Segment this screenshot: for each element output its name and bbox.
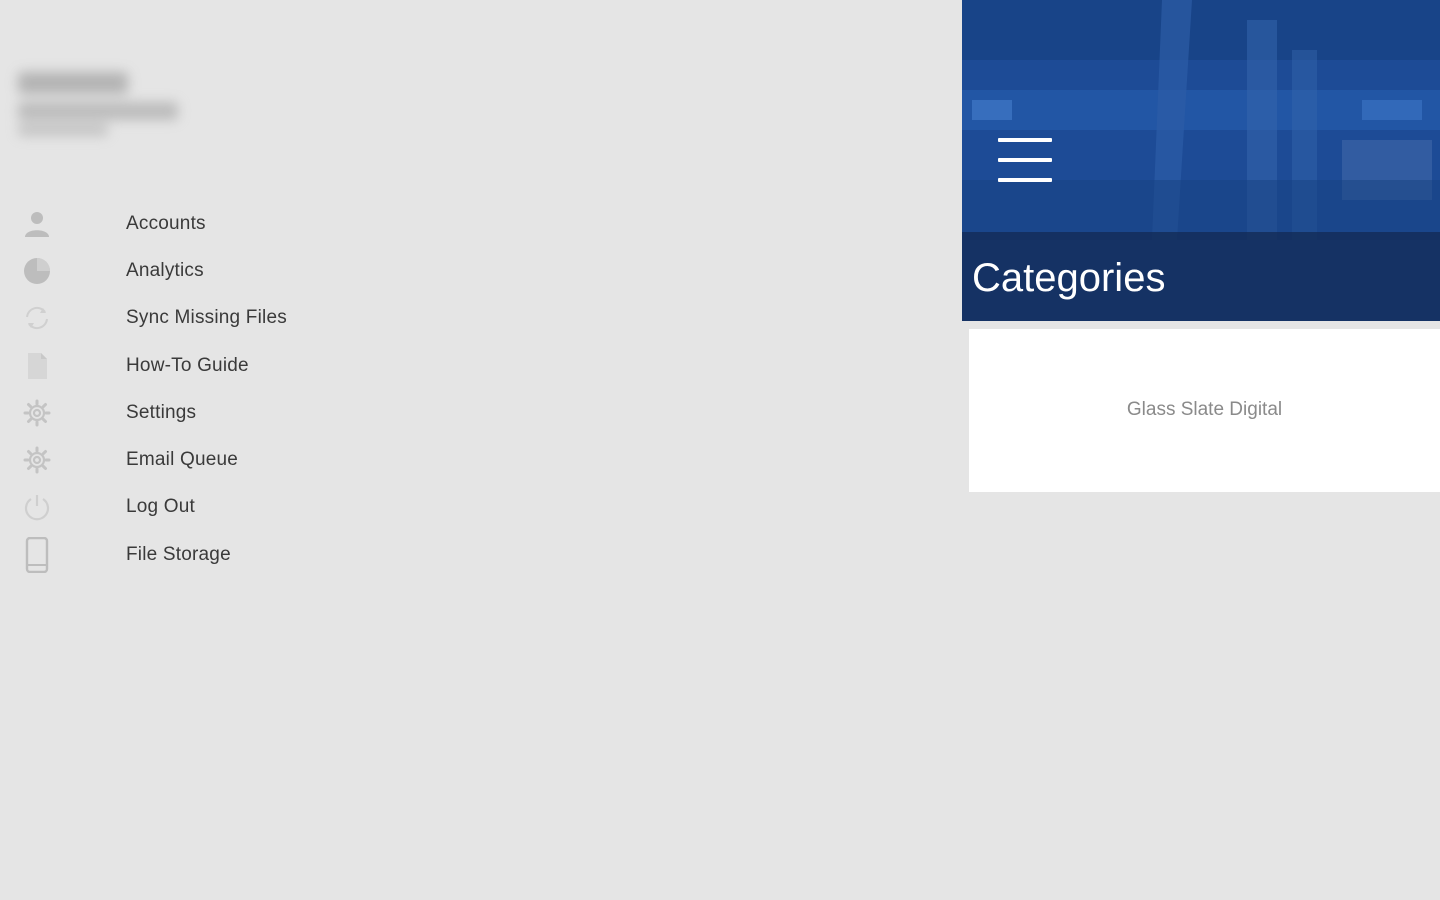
menu-item-label: Analytics <box>126 259 204 281</box>
menu-item-label: File Storage <box>126 543 231 565</box>
menu-item-label: Sync Missing Files <box>126 307 287 329</box>
drawer-menu: Accounts Analytics Sync Missing Files Ho… <box>0 200 420 578</box>
menu-item-label: Accounts <box>126 212 206 234</box>
menu-item-how-to-guide[interactable]: How-To Guide <box>0 342 420 389</box>
menu-item-label: Settings <box>126 401 197 423</box>
menu-item-email-queue[interactable]: Email Queue <box>0 436 420 483</box>
menu-item-accounts[interactable]: Accounts <box>0 200 420 247</box>
power-icon <box>21 491 53 523</box>
phone-icon <box>21 536 53 573</box>
categories-header: Categories <box>962 0 1440 321</box>
document-icon <box>21 350 53 382</box>
menu-item-settings[interactable]: Settings <box>0 389 420 436</box>
menu-item-analytics[interactable]: Analytics <box>0 247 420 294</box>
pie-chart-icon <box>21 255 53 287</box>
user-profile-blurred <box>12 66 192 146</box>
menu-item-file-storage[interactable]: File Storage <box>0 531 420 578</box>
gear-icon <box>21 397 53 429</box>
sync-icon <box>21 302 53 334</box>
category-card-label: Glass Slate Digital <box>1126 399 1283 420</box>
gear-icon <box>21 444 53 476</box>
header-title-bar: Categories <box>962 232 1440 321</box>
menu-item-sync-missing-files[interactable]: Sync Missing Files <box>0 295 420 342</box>
hamburger-menu-icon[interactable] <box>998 138 1052 182</box>
category-card[interactable]: Glass Slate Digital <box>969 329 1440 492</box>
menu-item-label: Log Out <box>126 496 196 518</box>
menu-item-label: Email Queue <box>126 449 239 471</box>
person-icon <box>21 208 53 240</box>
app-screen: Accounts Analytics Sync Missing Files Ho… <box>0 0 1440 900</box>
page-title: Categories <box>972 256 1166 300</box>
menu-item-label: How-To Guide <box>126 354 249 376</box>
menu-item-log-out[interactable]: Log Out <box>0 484 420 531</box>
